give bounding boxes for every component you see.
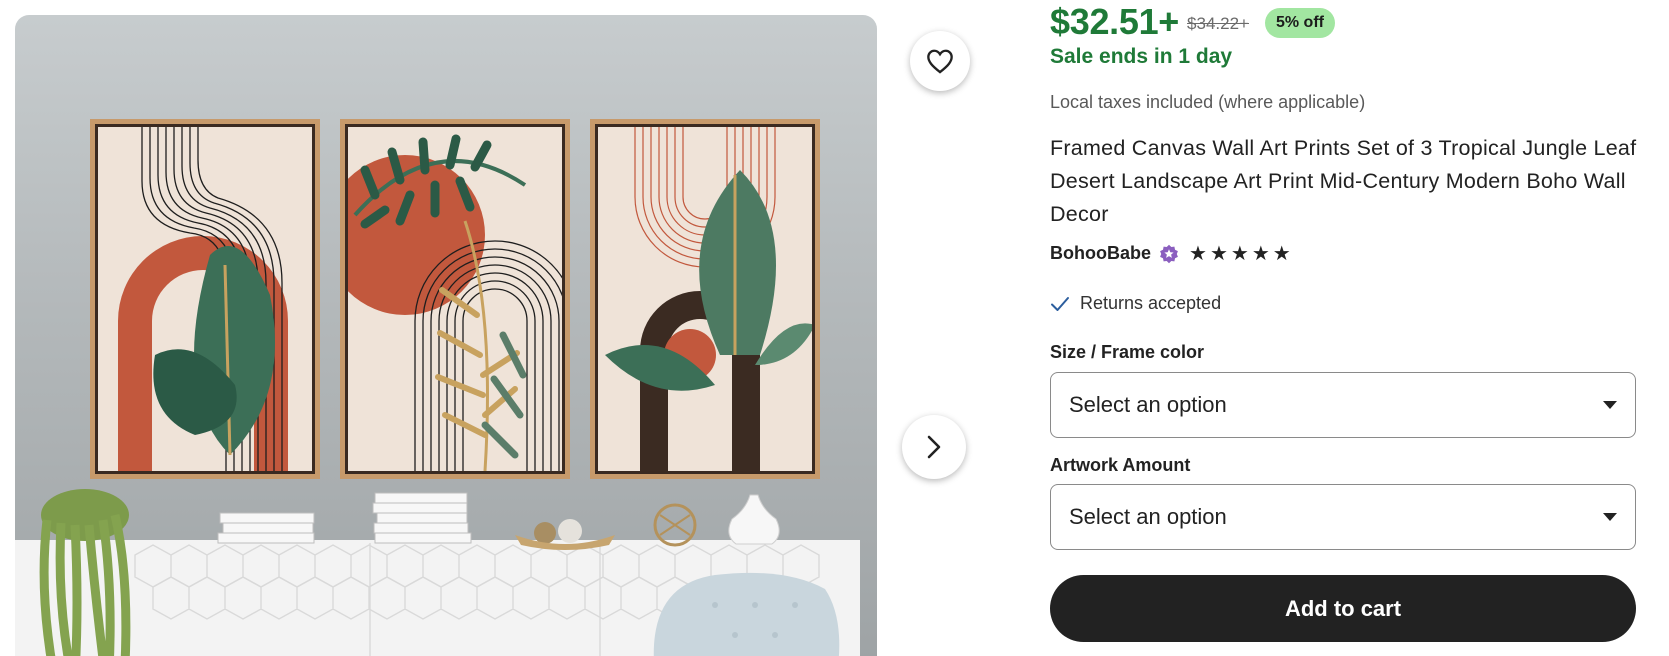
discount-badge: 5% off — [1264, 8, 1335, 38]
product-photo — [15, 119, 860, 656]
star-icon: ★ — [1230, 242, 1249, 265]
artwork-amount-select[interactable]: Select an option — [1050, 484, 1636, 550]
star-icon: ★ — [1272, 242, 1291, 265]
select-value: Select an option — [1069, 504, 1227, 529]
star-seller-icon — [1159, 244, 1179, 264]
listing-title: Framed Canvas Wall Art Prints Set of 3 T… — [1050, 136, 1637, 226]
heart-icon — [927, 49, 953, 74]
returns-text: Returns accepted — [1080, 293, 1222, 313]
select-value: Select an option — [1069, 392, 1227, 417]
star-icon: ★ — [1251, 242, 1270, 265]
sale-ends-text: Sale ends in 1 day — [1050, 45, 1233, 68]
caret-down-icon — [1603, 401, 1617, 409]
chevron-right-icon — [927, 435, 941, 459]
rating-stars[interactable]: ★ ★ ★ ★ ★ — [1189, 244, 1291, 264]
favorite-button[interactable] — [910, 31, 970, 91]
taxes-note: Local taxes included (where applicable) — [1050, 92, 1366, 112]
star-icon: ★ — [1189, 242, 1207, 265]
returns-policy: Returns accepted — [1050, 293, 1221, 314]
shop-name-link[interactable]: BohooBabe — [1050, 243, 1151, 264]
add-to-cart-button[interactable]: Add to cart — [1050, 575, 1636, 642]
next-image-button[interactable] — [902, 415, 966, 479]
size-frame-label: Size / Frame color — [1050, 342, 1205, 362]
check-icon — [1051, 296, 1069, 311]
original-price: $34.22+ — [1187, 14, 1249, 33]
product-image[interactable] — [15, 15, 877, 656]
sale-price: $32.51+ — [1050, 1, 1180, 42]
caret-down-icon — [1603, 513, 1617, 521]
star-icon: ★ — [1209, 242, 1228, 265]
artwork-amount-label: Artwork Amount — [1050, 455, 1191, 475]
price-row: $32.51+ $34.22+ 5% off — [1050, 1, 1335, 43]
size-frame-select[interactable]: Select an option — [1050, 372, 1636, 438]
shop-row: BohooBabe ★ ★ ★ ★ ★ — [1050, 243, 1291, 264]
